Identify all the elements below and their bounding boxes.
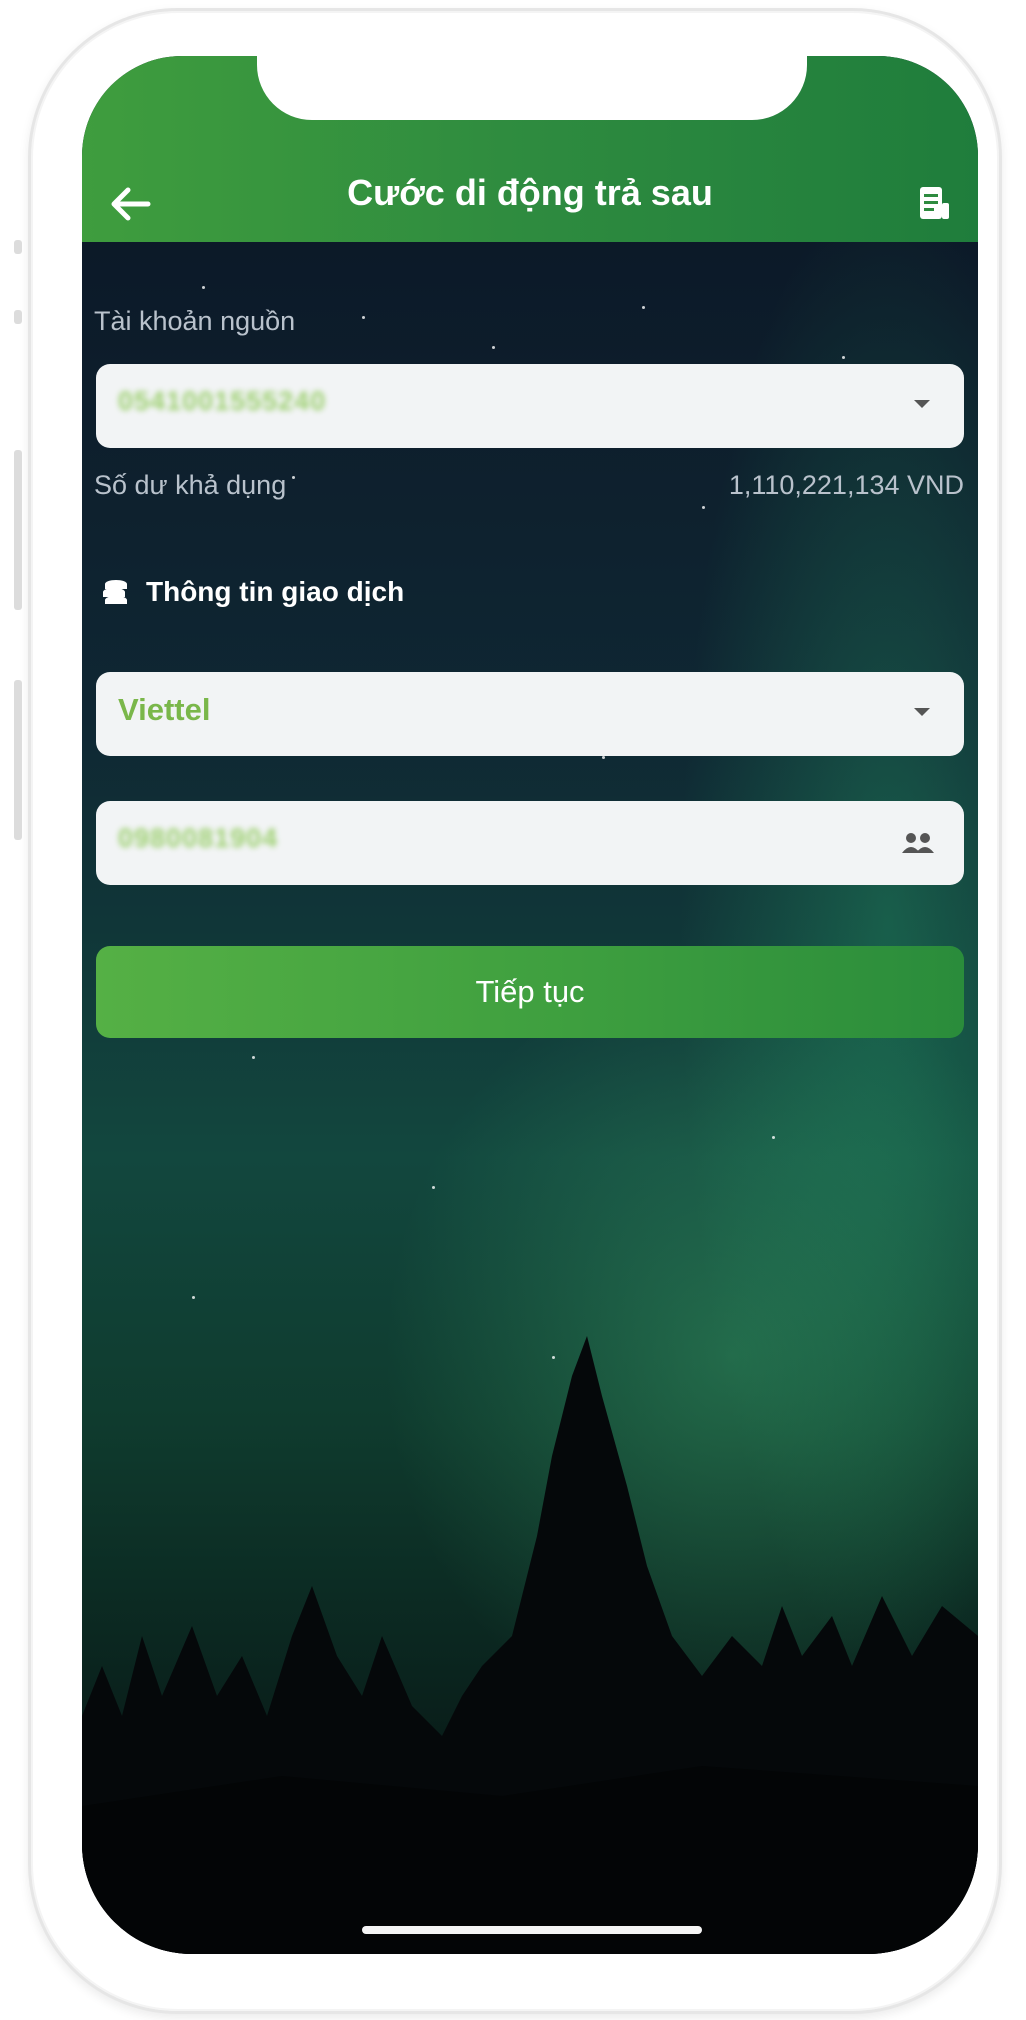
chevron-down-icon bbox=[914, 708, 930, 716]
provider-value: Viettel bbox=[118, 692, 211, 727]
page-title: Cước di động trả sau bbox=[347, 172, 713, 213]
transaction-history-button[interactable] bbox=[910, 176, 960, 232]
phone-number-field[interactable]: 0980081904 bbox=[96, 801, 964, 885]
forest-silhouette bbox=[82, 1336, 978, 1954]
contacts-icon bbox=[902, 833, 934, 853]
balance-label: Số dư khả dụng bbox=[94, 470, 287, 500]
side-button-mid bbox=[14, 310, 22, 324]
source-account-label: Tài khoản nguồn bbox=[94, 306, 296, 336]
coins-stack-icon bbox=[103, 580, 127, 604]
home-indicator[interactable] bbox=[362, 1926, 702, 1934]
transaction-info-heading: Thông tin giao dịch bbox=[102, 576, 404, 608]
phone-notch bbox=[257, 56, 807, 120]
side-button-top bbox=[14, 240, 22, 254]
section-title: Thông tin giao dịch bbox=[146, 576, 405, 607]
source-account-value: 0541001555240 bbox=[118, 386, 327, 416]
balance-value: 1,110,221,134 VND bbox=[728, 470, 964, 500]
app-screen: Cước di động trả sau Tài khoản nguồn 054… bbox=[82, 56, 978, 1954]
chevron-down-icon bbox=[914, 400, 930, 408]
continue-button[interactable]: Tiếp tục bbox=[96, 946, 964, 1038]
side-button-volume-up bbox=[14, 450, 22, 610]
provider-dropdown[interactable]: Viettel bbox=[96, 672, 964, 756]
contacts-button[interactable] bbox=[896, 825, 940, 861]
phone-number-value: 0980081904 bbox=[118, 823, 279, 853]
source-account-dropdown[interactable]: 0541001555240 bbox=[96, 364, 964, 448]
receipt-icon bbox=[920, 187, 949, 219]
side-button-volume-down bbox=[14, 680, 22, 840]
